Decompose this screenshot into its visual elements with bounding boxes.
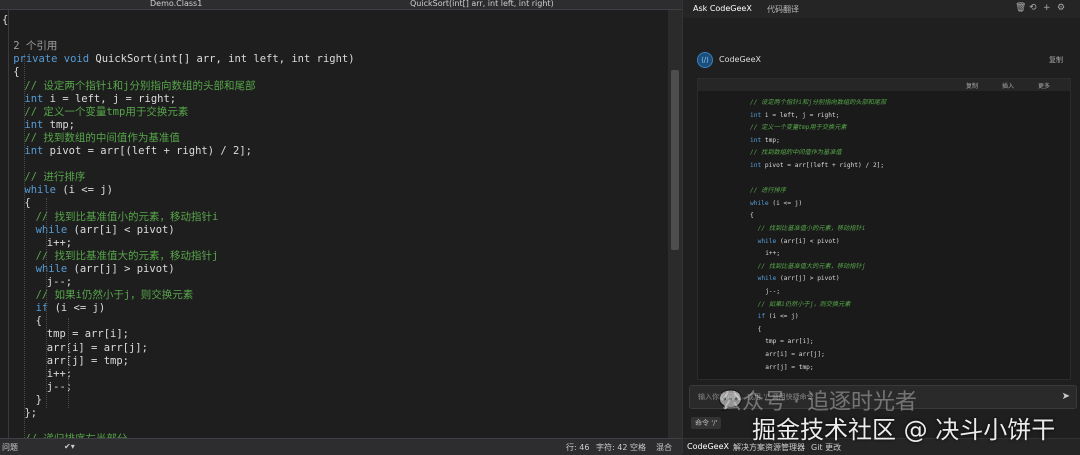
trash-icon[interactable]: 🗑 (1015, 3, 1026, 13)
code-line: arr[i] = arr[j]; (765, 351, 825, 358)
code-line: int i = left, j = right; (24, 92, 177, 105)
code-line: // 找到数组的中间值作为基准值 (750, 149, 842, 157)
indent-guide (46, 198, 47, 408)
code-line: { (35, 315, 42, 328)
code-line: int tmp; (750, 136, 780, 144)
indent-guide (24, 54, 25, 438)
code-copy-button[interactable]: 复制 (966, 81, 978, 90)
code-line: while (arr[i] < pivot) (35, 223, 175, 236)
nav-class-dropdown[interactable]: Demo.Class1 (150, 0, 202, 8)
tab-code-translate[interactable]: 代码翻译 (767, 4, 799, 15)
code-line: // 找到比基准值大的元素，移动指针j (757, 262, 866, 270)
code-line: { (24, 197, 31, 210)
code-line: }; (24, 407, 38, 419)
code-line: { (13, 66, 20, 79)
code-line: while (arr[j] > pivot) (757, 275, 840, 283)
command-button[interactable]: 命令 '/' (691, 417, 722, 429)
status-problems[interactable]: 问题 (2, 442, 18, 453)
panel-tabs: Ask CodeGeeX 代码翻译 🗑 ⟲ + ⚙ (683, 0, 1080, 18)
editor-status-bar: 问题 ✔▾ 行: 46 字符: 42 空格 混合 (0, 438, 682, 455)
watermark-line2: 掘金技术社区 @ 决斗小饼干 (752, 416, 1056, 444)
tab-ask-codegeex[interactable]: Ask CodeGeeX (693, 4, 752, 13)
nav-method-dropdown[interactable]: QuickSort(int[] arr, int left, int right… (410, 0, 554, 8)
code-line: { (757, 325, 762, 333)
add-icon[interactable]: + (1043, 3, 1051, 13)
code-line: tmp = arr[i]; (765, 338, 814, 346)
code-line: int i = left, j = right; (750, 111, 840, 119)
status-mixed[interactable]: 混合 (656, 442, 672, 453)
code-more-button[interactable]: 更多 (1038, 81, 1050, 90)
indent-guide (68, 318, 69, 408)
code-line: int tmp; (24, 118, 75, 131)
settings-icon[interactable]: ⚙ (1057, 3, 1065, 13)
status-char: 字符: 42 (596, 443, 628, 452)
code-line: if (i <= j) (757, 313, 799, 321)
code-line: while (i <= j) (750, 199, 803, 207)
history-icon[interactable]: ⟲ (1029, 3, 1037, 13)
code-line: i++; (46, 236, 73, 249)
status-line: 行: 46 (566, 443, 590, 452)
code-line: // 进行排序 (24, 171, 86, 184)
send-icon[interactable]: ➤ (1062, 391, 1070, 402)
code-area[interactable]: {2 个引用 private void QuickSort(int[] arr, … (0, 14, 668, 438)
code-line: { (2, 14, 9, 26)
code-line: // 如果i仍然小于j，则交换元素 (757, 300, 851, 308)
code-editor[interactable]: Demo.Class1 QuickSort(int[] arr, int lef… (0, 0, 682, 455)
editor-scrollbar[interactable] (668, 10, 682, 438)
code-block-toolbar: 复制 插入 更多 (698, 79, 1070, 91)
code-line: // 找到比基准值小的元素，移动指针i (757, 225, 866, 232)
code-line: // 设定两个指针i和j分别指向数组的头部和尾部 (24, 79, 256, 92)
code-line: arr[i] = arr[j]; (46, 341, 148, 354)
code-line: // 进行排序 (750, 187, 786, 195)
code-line: // 找到数组的中间值作为基准值 (24, 131, 180, 144)
code-line: // 如果i仍然小于j，则交换元素 (35, 289, 194, 302)
code-line: tmp = arr[i]; (46, 328, 129, 341)
code-line: int pivot = arr[(left + right) / 2]; (750, 162, 885, 169)
code-line: private void QuickSort(int[] arr, int le… (13, 53, 355, 66)
code-line: i++; (765, 250, 781, 258)
code-line: { (750, 212, 754, 220)
code-line: j--; (765, 288, 781, 295)
editor-nav-bar: Demo.Class1 QuickSort(int[] arr, int lef… (0, 0, 682, 10)
code-line: // 设定两个指针i和j分别指向数组的头部和尾部 (750, 99, 887, 106)
status-space[interactable]: 空格 (630, 442, 646, 453)
answer-code-block: 复制 插入 更多 // 设定两个指针i和j分别指向数组的头部和尾部 int i =… (697, 78, 1071, 380)
status-check-icon[interactable]: ✔▾ (64, 442, 75, 451)
code-line: // 找到比基准值小的元素，移动指针i (35, 210, 219, 223)
code-line: while (arr[j] > pivot) (35, 262, 175, 275)
assistant-name: CodeGeeX (719, 55, 762, 64)
code-line: 2 个引用 (13, 40, 58, 53)
code-line: int pivot = arr[(left + right) / 2]; (24, 145, 252, 157)
code-insert-button[interactable]: 插入 (1002, 81, 1014, 90)
code-line: // 定义一个变量tmp用于交换元素 (24, 105, 189, 118)
editor-scroll-thumb[interactable] (671, 70, 679, 250)
code-line: // 找到比基准值大的元素，移动指针j (35, 249, 219, 262)
code-line: j--; (46, 276, 73, 288)
code-line: arr[j] = tmp; (765, 363, 814, 371)
code-line: while (arr[i] < pivot) (757, 237, 840, 245)
code-line: while (i <= j) (24, 184, 113, 197)
code-line: } (35, 393, 42, 406)
codegeex-logo-icon: ⟨/⟩ (697, 52, 713, 68)
tab-codegeex[interactable]: CodeGeeX (687, 442, 729, 451)
code-line: arr[j] = tmp; (46, 354, 129, 367)
code-line: // 定义一个变量tmp用于交换元素 (750, 124, 847, 132)
copy-message-button[interactable]: 复制 (1049, 55, 1063, 65)
